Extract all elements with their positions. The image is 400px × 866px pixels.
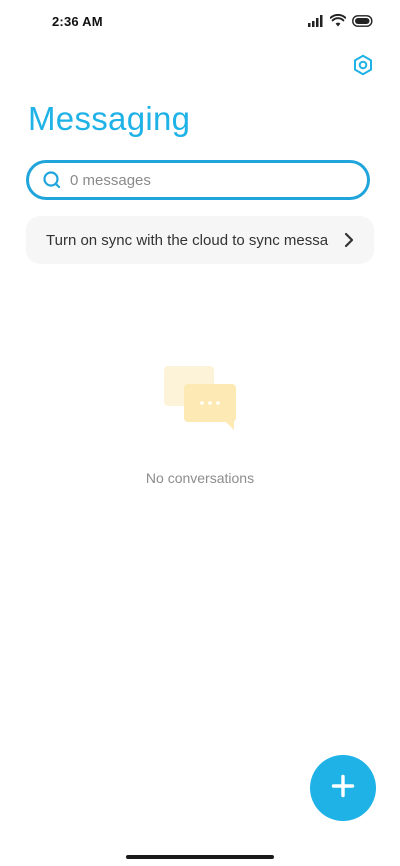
search-icon <box>42 170 62 190</box>
settings-icon <box>352 54 374 81</box>
status-time: 2:36 AM <box>52 14 103 29</box>
sync-banner-text: Turn on sync with the cloud to sync mess… <box>46 231 329 249</box>
wifi-icon <box>329 13 347 32</box>
page-title: Messaging <box>28 100 191 137</box>
chat-bubbles-icon <box>160 362 240 432</box>
empty-state-text: No conversations <box>145 470 255 486</box>
search-input[interactable] <box>70 171 350 189</box>
new-message-button[interactable] <box>310 755 376 821</box>
status-bar: 2:36 AM <box>0 0 400 44</box>
search-box[interactable] <box>26 160 370 200</box>
settings-button[interactable] <box>350 54 376 80</box>
signal-icon <box>308 14 324 32</box>
status-icons <box>308 13 374 32</box>
battery-icon <box>352 14 374 32</box>
chevron-right-icon <box>342 232 356 248</box>
sync-banner[interactable]: Turn on sync with the cloud to sync mess… <box>26 216 374 264</box>
plus-icon <box>331 774 355 803</box>
home-indicator[interactable] <box>126 855 274 859</box>
